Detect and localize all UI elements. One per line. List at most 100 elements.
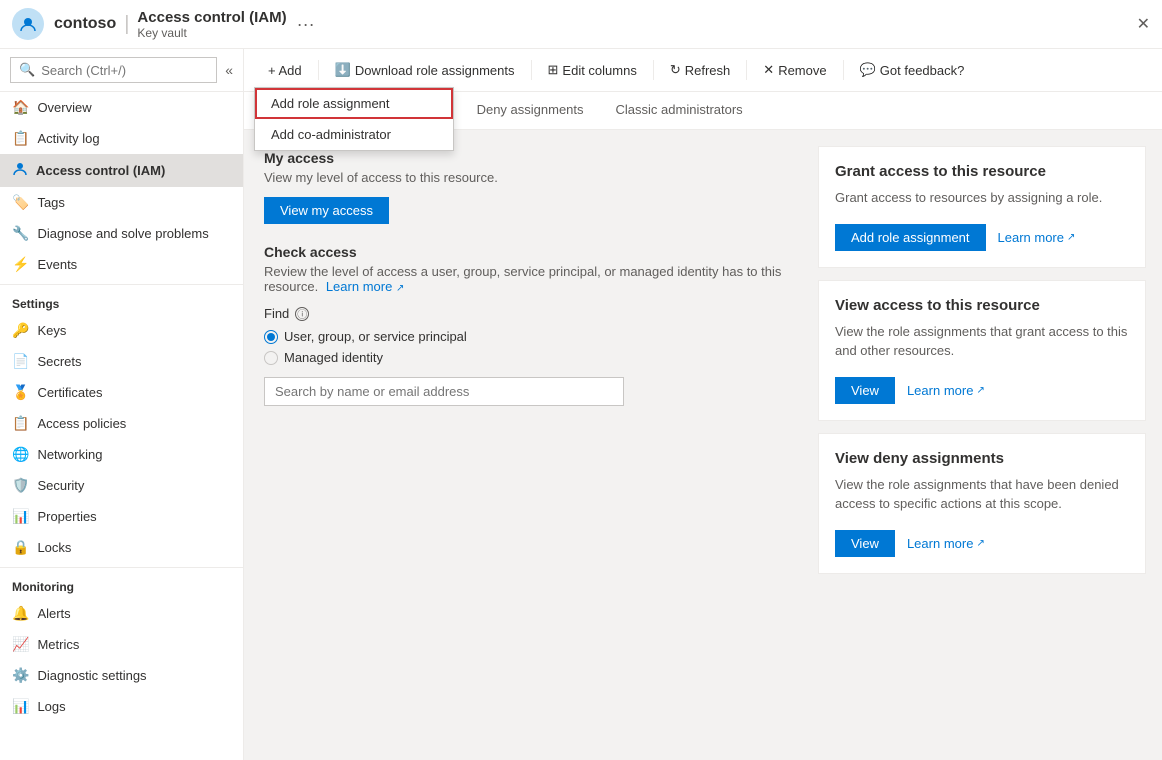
- collapse-icon[interactable]: «: [225, 62, 233, 78]
- view-access-card: View access to this resource View the ro…: [818, 280, 1146, 421]
- sidebar-item-networking[interactable]: 🌐 Networking: [0, 439, 243, 470]
- search-input[interactable]: [41, 63, 208, 78]
- add-role-assignment-button[interactable]: Add role assignment: [835, 224, 986, 251]
- overview-label: Overview: [37, 100, 91, 115]
- check-access-section: Check access Review the level of access …: [264, 244, 782, 406]
- toolbar-separator-5: [843, 60, 844, 80]
- view-deny-card: View deny assignments View the role assi…: [818, 433, 1146, 574]
- view-access-external-link-icon: ↗: [976, 385, 984, 396]
- sidebar-item-activity-log[interactable]: 📋 Activity log: [0, 123, 243, 154]
- sidebar-item-keys[interactable]: 🔑 Keys: [0, 315, 243, 346]
- download-button[interactable]: ⬇️ Download role assignments: [327, 57, 523, 83]
- toolbar-separator-4: [746, 60, 747, 80]
- feedback-icon: 💬: [860, 62, 876, 78]
- certificates-icon: 🏅: [12, 384, 29, 401]
- tab-deny-assignments[interactable]: Deny assignments: [461, 92, 600, 129]
- check-access-search-input[interactable]: [264, 377, 624, 406]
- grant-access-description: Grant access to resources by assigning a…: [835, 188, 1129, 208]
- toolbar: + Add ⬇️ Download role assignments ⊞ Edi…: [244, 49, 1162, 92]
- access-control-icon: [12, 161, 28, 180]
- logs-label: Logs: [37, 699, 65, 714]
- sidebar-item-locks[interactable]: 🔒 Locks: [0, 532, 243, 563]
- close-button[interactable]: ✕: [1137, 14, 1150, 34]
- search-icon: 🔍: [19, 62, 35, 78]
- view-deny-description: View the role assignments that have been…: [835, 475, 1129, 514]
- radio-managed-identity[interactable]: Managed identity: [264, 350, 782, 365]
- sidebar-item-properties[interactable]: 📊 Properties: [0, 501, 243, 532]
- sidebar-item-diagnostic-settings[interactable]: ⚙️ Diagnostic settings: [0, 660, 243, 691]
- monitoring-section-header: Monitoring: [0, 567, 243, 598]
- view-access-learn-more[interactable]: Learn more ↗: [907, 383, 985, 398]
- sidebar-item-access-control[interactable]: Access control (IAM): [0, 154, 243, 187]
- edit-columns-button[interactable]: ⊞ Edit columns: [540, 57, 645, 83]
- find-info-icon[interactable]: ⓘ: [295, 307, 309, 321]
- content-area: + Add ⬇️ Download role assignments ⊞ Edi…: [244, 49, 1162, 760]
- content-body: My access View my level of access to thi…: [244, 130, 1162, 760]
- radio-managed-identity-circle: [264, 351, 278, 365]
- edit-columns-icon: ⊞: [548, 62, 559, 78]
- radio-group: User, group, or service principal Manage…: [264, 329, 782, 365]
- toolbar-separator-2: [531, 60, 532, 80]
- radio-user-group-circle: [264, 330, 278, 344]
- sidebar-item-metrics[interactable]: 📈 Metrics: [0, 629, 243, 660]
- view-deny-footer: View Learn more ↗: [835, 530, 1129, 557]
- view-access-button[interactable]: View: [835, 377, 895, 404]
- sidebar-item-security[interactable]: 🛡️ Security: [0, 470, 243, 501]
- resource-type: Key vault: [137, 26, 286, 40]
- resource-icon: [12, 8, 44, 40]
- radio-managed-identity-label: Managed identity: [284, 350, 383, 365]
- right-panel: Grant access to this resource Grant acce…: [802, 130, 1162, 760]
- grant-access-learn-more[interactable]: Learn more ↗: [998, 230, 1076, 245]
- add-button[interactable]: + Add: [260, 58, 310, 83]
- grant-access-external-link-icon: ↗: [1067, 232, 1075, 243]
- check-access-learn-more[interactable]: Learn more ↗: [326, 279, 405, 294]
- tags-icon: 🏷️: [12, 194, 29, 211]
- add-co-administrator-menu-item[interactable]: Add co-administrator: [255, 119, 453, 150]
- view-access-description: View the role assignments that grant acc…: [835, 322, 1129, 361]
- sidebar-item-certificates[interactable]: 🏅 Certificates: [0, 377, 243, 408]
- secrets-label: Secrets: [37, 354, 81, 369]
- networking-icon: 🌐: [12, 446, 29, 463]
- view-deny-button[interactable]: View: [835, 530, 895, 557]
- tab-classic-administrators[interactable]: Classic administrators: [600, 92, 759, 129]
- alerts-label: Alerts: [37, 606, 70, 621]
- view-my-access-button[interactable]: View my access: [264, 197, 389, 224]
- activity-log-icon: 📋: [12, 130, 29, 147]
- check-access-description: Review the level of access a user, group…: [264, 264, 782, 294]
- diagnose-icon: 🔧: [12, 225, 29, 242]
- sidebar-item-alerts[interactable]: 🔔 Alerts: [0, 598, 243, 629]
- my-access-section: My access View my level of access to thi…: [264, 150, 782, 224]
- sidebar-item-events[interactable]: ⚡ Events: [0, 249, 243, 280]
- access-policies-label: Access policies: [37, 416, 126, 431]
- toolbar-separator-1: [318, 60, 319, 80]
- overview-icon: 🏠: [12, 99, 29, 116]
- metrics-icon: 📈: [12, 636, 29, 653]
- networking-label: Networking: [37, 447, 102, 462]
- properties-icon: 📊: [12, 508, 29, 525]
- events-label: Events: [37, 257, 77, 272]
- find-row: Find ⓘ: [264, 306, 782, 321]
- resource-name: contoso: [54, 15, 116, 33]
- sidebar-item-tags[interactable]: 🏷️ Tags: [0, 187, 243, 218]
- add-role-assignment-menu-item[interactable]: Add role assignment: [255, 88, 453, 119]
- more-options-icon[interactable]: ···: [297, 14, 315, 35]
- tags-label: Tags: [37, 195, 64, 210]
- settings-section-header: Settings: [0, 284, 243, 315]
- keys-label: Keys: [37, 323, 66, 338]
- radio-user-group-label: User, group, or service principal: [284, 329, 467, 344]
- refresh-button[interactable]: ↻ Refresh: [662, 57, 738, 83]
- sidebar-item-secrets[interactable]: 📄 Secrets: [0, 346, 243, 377]
- radio-user-group[interactable]: User, group, or service principal: [264, 329, 782, 344]
- sidebar-item-diagnose[interactable]: 🔧 Diagnose and solve problems: [0, 218, 243, 249]
- feedback-button[interactable]: 💬 Got feedback?: [852, 57, 973, 83]
- sidebar-item-access-policies[interactable]: 📋 Access policies: [0, 408, 243, 439]
- security-label: Security: [37, 478, 84, 493]
- view-deny-learn-more[interactable]: Learn more ↗: [907, 536, 985, 551]
- toolbar-separator-3: [653, 60, 654, 80]
- download-icon: ⬇️: [335, 62, 351, 78]
- certificates-label: Certificates: [37, 385, 102, 400]
- sidebar-item-overview[interactable]: 🏠 Overview: [0, 92, 243, 123]
- sidebar-item-logs[interactable]: 📊 Logs: [0, 691, 243, 722]
- remove-button[interactable]: ✕ Remove: [755, 57, 834, 83]
- access-control-label: Access control (IAM): [36, 163, 165, 178]
